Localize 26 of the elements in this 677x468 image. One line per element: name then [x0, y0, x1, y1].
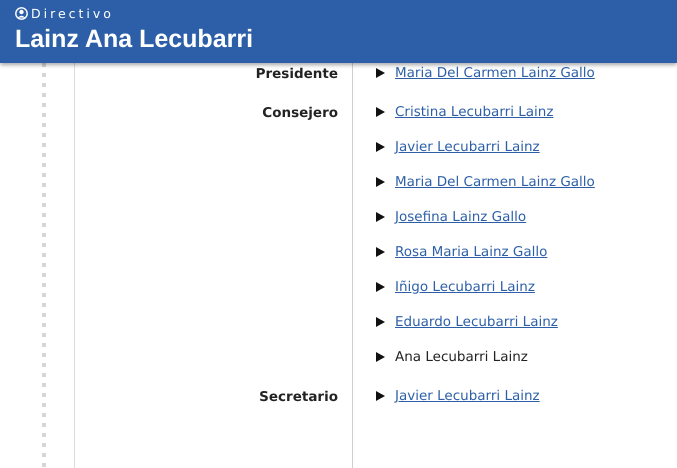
member-link[interactable]: Maria Del Carmen Lainz Gallo	[395, 174, 595, 190]
triangle-bullet-icon	[376, 282, 385, 292]
section-label: Directivo	[31, 6, 114, 21]
role-label: Presidente	[256, 66, 338, 82]
member-link[interactable]: Eduardo Lecubarri Lainz	[395, 314, 558, 330]
triangle-bullet-icon	[376, 247, 385, 257]
triangle-bullet-icon	[376, 212, 385, 222]
page-title: Lainz Ana Lecubarri	[15, 24, 254, 54]
triangle-bullet-icon	[376, 107, 385, 117]
triangle-bullet-icon	[376, 391, 385, 401]
member-link[interactable]: Rosa Maria Lainz Gallo	[395, 244, 548, 260]
role-label: Secretario	[259, 389, 338, 405]
member-link[interactable]: Iñigo Lecubarri Lainz	[395, 279, 535, 295]
member-link[interactable]: Javier Lecubarri Lainz	[395, 139, 540, 155]
member-name: Ana Lecubarri Lainz	[395, 349, 528, 365]
triangle-bullet-icon	[376, 317, 385, 327]
triangle-bullet-icon	[376, 352, 385, 362]
member-link[interactable]: Javier Lecubarri Lainz	[395, 388, 540, 404]
triangle-bullet-icon	[376, 177, 385, 187]
triangle-bullet-icon	[376, 68, 385, 78]
member-link[interactable]: Josefina Lainz Gallo	[395, 209, 526, 225]
role-label: Consejero	[262, 105, 338, 121]
triangle-bullet-icon	[376, 142, 385, 152]
member-link[interactable]: Maria Del Carmen Lainz Gallo	[395, 65, 595, 81]
user-icon	[15, 7, 28, 20]
member-link[interactable]: Cristina Lecubarri Lainz	[395, 104, 554, 120]
